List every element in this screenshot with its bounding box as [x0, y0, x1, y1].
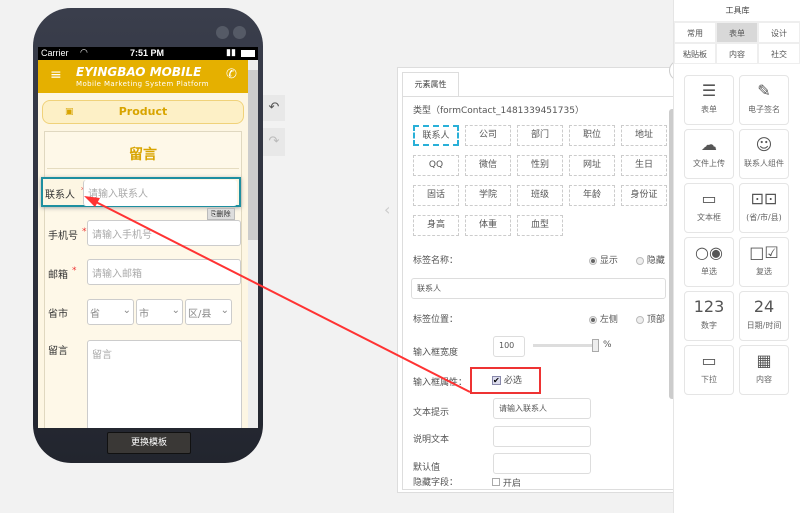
arrow-head-icon — [84, 196, 100, 207]
annotation-overlay — [84, 196, 541, 394]
annotation-arrow — [89, 198, 471, 393]
highlight-box — [470, 367, 541, 394]
